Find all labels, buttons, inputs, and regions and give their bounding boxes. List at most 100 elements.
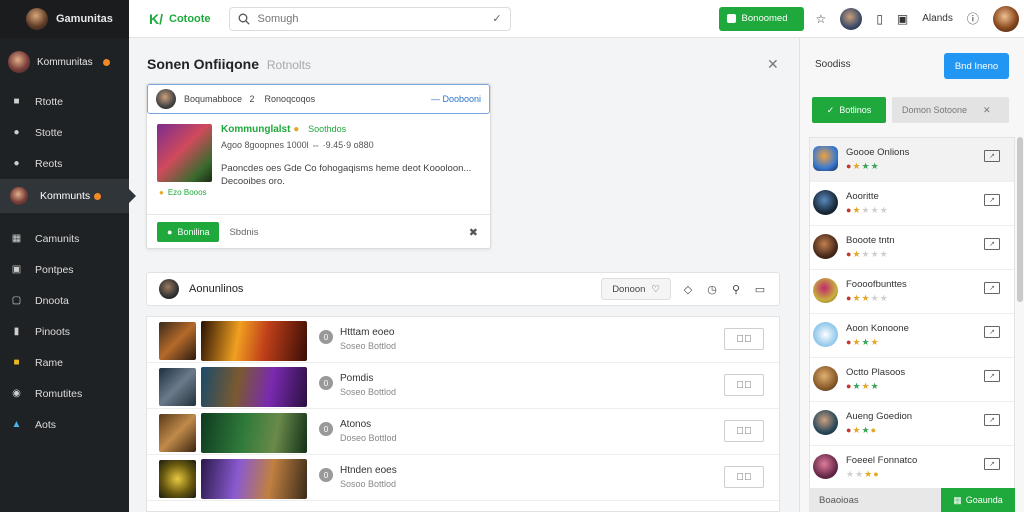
- tag-icon[interactable]: ◇: [681, 283, 695, 296]
- right-panel-primary-button[interactable]: Bnd Ineno: [944, 53, 1009, 79]
- player-row[interactable]: Aooritte ●★★★★ ↗: [810, 182, 1014, 226]
- row-rank: 0: [319, 422, 333, 436]
- card-title[interactable]: Kommunglalst ● Soothdos: [221, 124, 346, 135]
- player-row[interactable]: Foooofbunttes ●★★★★ ↗: [810, 270, 1014, 314]
- message-icon[interactable]: ↗: [984, 238, 1000, 250]
- feed-filter[interactable]: Donoon ♡: [601, 278, 671, 300]
- sidebar-item-kommunts[interactable]: Kommunts: [0, 179, 136, 213]
- close-icon[interactable]: ✕: [983, 105, 991, 116]
- feed-avatar: [159, 279, 179, 299]
- heart-icon: ♡: [651, 283, 660, 295]
- player-avatar: [813, 190, 838, 215]
- close-icon[interactable]: ✕: [767, 56, 779, 73]
- row-subtitle: Soseo Bottlod: [340, 341, 397, 351]
- card-description: Paoncdes oes Gde Co fohogaqisms heme deo…: [221, 163, 472, 187]
- sidebar-item-reots[interactable]: ● Reots: [0, 148, 129, 179]
- info-icon[interactable]: ⓘ: [967, 10, 979, 27]
- grid-icon: ▦: [11, 233, 22, 244]
- list-item[interactable]: 0 Atonos Doseo Bottlod ↗⃓: [147, 409, 779, 455]
- row-action-button[interactable]: ↗⃓: [724, 420, 764, 442]
- message-icon[interactable]: ↗: [984, 150, 1000, 162]
- sidebar-user[interactable]: Kommunitas: [0, 38, 129, 86]
- badge-icon: ●: [159, 188, 164, 197]
- sidebar-item-rtotte[interactable]: ■ Rtotte: [0, 86, 129, 117]
- row-banner: [201, 321, 307, 361]
- app-logo[interactable]: K/ Cotoote: [149, 11, 211, 27]
- feed-filter-label: Donoon: [612, 283, 646, 295]
- list-item[interactable]: 0 Htnden eoes Sosoo Bottlod ↗⃓: [147, 455, 779, 501]
- card-thumbnail[interactable]: [157, 124, 212, 182]
- row-action-button[interactable]: ↗⃓: [724, 466, 764, 488]
- sidebar-item-stotte[interactable]: ● Stotte: [0, 117, 129, 148]
- player-rating: ●★★★★: [846, 249, 889, 259]
- feed-header: Aonunlinos Donoon ♡ ◇ ◷ ⚲ ▭: [146, 272, 780, 306]
- account-label[interactable]: Alands: [922, 13, 953, 24]
- star-icon[interactable]: ☆: [816, 12, 827, 26]
- list-item[interactable]: 0 Pomdis Soseo Bottlod ↗⃓: [147, 363, 779, 409]
- gift-icon[interactable]: ▣: [897, 12, 908, 26]
- card-primary-button[interactable]: ● Bonilina: [157, 222, 220, 242]
- row-banner: [201, 459, 307, 499]
- filter-chip[interactable]: Domon Sotoone ✕: [892, 97, 1009, 123]
- player-row[interactable]: Octto Plasoos ●★★★ ↗: [810, 358, 1014, 402]
- tools-icon[interactable]: ✖: [469, 226, 478, 239]
- row-thumbnail: [159, 460, 196, 498]
- main-content: Sonen Onfiiqone Rotnolts ✕ Boqumabboce 2…: [129, 38, 799, 512]
- left-sidebar: Gamunitas Kommunitas ■ Rtotte ● Stotte ●…: [0, 0, 136, 512]
- top-user-avatar[interactable]: [840, 7, 863, 30]
- profile-avatar[interactable]: [992, 5, 1019, 32]
- message-icon[interactable]: ↗: [984, 414, 1000, 426]
- page-title: Sonen Onfiiqone Rotnolts: [147, 56, 311, 72]
- list-item[interactable]: 0 Htttam eoeo Soseo Bottlod ↗⃓: [147, 317, 779, 363]
- doc-icon: ▢: [11, 295, 22, 306]
- player-rating: ●★★★★: [846, 205, 889, 215]
- sidebar-item-pontpes[interactable]: ▣ Pontpes: [0, 254, 129, 285]
- row-action-button[interactable]: ↗⃓: [724, 328, 764, 350]
- card-header-link[interactable]: — Doobooni: [431, 94, 481, 104]
- player-rating: ★★★●: [846, 469, 880, 479]
- sidebar-item-camunits[interactable]: ▦ Camunits: [0, 223, 129, 254]
- primary-top-button[interactable]: Bonoomed: [718, 6, 804, 31]
- sidebar-item-rame[interactable]: ■ Rame: [0, 347, 129, 378]
- brand-avatar: [26, 8, 48, 30]
- search-icon[interactable]: ⚲: [729, 283, 743, 296]
- player-row[interactable]: Foeeel Fonnatco ★★★● ↗: [810, 446, 1014, 490]
- bookmark-icon[interactable]: ▯: [876, 12, 883, 26]
- sidebar-item-romutites[interactable]: ◉ Romutites: [0, 378, 129, 409]
- search-input[interactable]: [257, 12, 485, 25]
- card-title-text: Kommunglalst: [221, 124, 291, 135]
- sidebar-brand[interactable]: Gamunitas: [0, 0, 129, 38]
- message-icon[interactable]: ↗: [984, 282, 1000, 294]
- clock-icon[interactable]: ◷: [705, 283, 719, 296]
- player-name: Booote tntn: [846, 235, 895, 246]
- message-icon[interactable]: ↗: [984, 458, 1000, 470]
- right-panel-scrollbar[interactable]: [1017, 137, 1023, 302]
- row-title: Htttam eoeo: [340, 327, 395, 338]
- message-icon[interactable]: ↗: [984, 326, 1000, 338]
- right-panel-green-button[interactable]: ✓ Botlinos: [812, 97, 886, 123]
- player-row[interactable]: Booote tntn ●★★★★ ↗: [810, 226, 1014, 270]
- sidebar-item-pinoots[interactable]: ▮ Pinoots: [0, 316, 129, 347]
- player-row[interactable]: Aoon Konoone ●★★★ ↗: [810, 314, 1014, 358]
- sidebar-item-label: Romutites: [35, 387, 83, 400]
- card-secondary-button[interactable]: Sbdnis: [229, 227, 258, 238]
- message-icon[interactable]: ↗: [984, 370, 1000, 382]
- search-box[interactable]: ✓: [228, 6, 511, 31]
- footer-green-button[interactable]: ▦ Goaunda: [941, 488, 1015, 512]
- voice-search-icon[interactable]: ✓: [492, 12, 501, 25]
- sidebar-item-aots[interactable]: ▲ Aots: [0, 409, 129, 440]
- player-name: Octto Plasoos: [846, 367, 906, 378]
- logo-mark: K/: [149, 10, 163, 27]
- user-icon: [10, 187, 28, 205]
- row-rank: 0: [319, 376, 333, 390]
- row-action-button[interactable]: ↗⃓: [724, 374, 764, 396]
- player-row[interactable]: Goooe Onlions ●★★★ ↗: [810, 138, 1014, 182]
- sidebar-item-dnoota[interactable]: ▢ Dnoota: [0, 285, 129, 316]
- card-header[interactable]: Boqumabboce 2 Ronoqcoqos — Doobooni: [147, 84, 490, 114]
- chat-bubble-icon[interactable]: ▭: [753, 283, 767, 296]
- player-row[interactable]: Aueng Goedion ●★★● ↗: [810, 402, 1014, 446]
- grid-icon: ▦: [953, 494, 962, 505]
- message-icon[interactable]: ↗: [984, 194, 1000, 206]
- card-title-tag: Soothdos: [308, 124, 347, 134]
- sidebar-separator: [0, 213, 129, 223]
